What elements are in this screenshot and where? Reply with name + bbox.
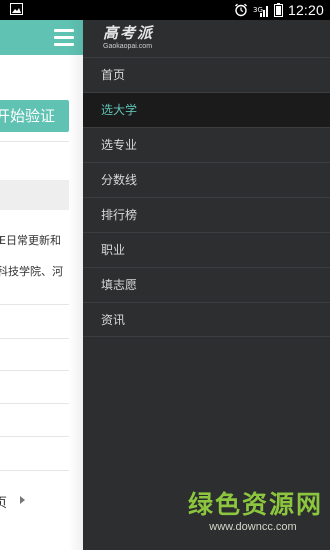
battery-icon: [273, 3, 283, 17]
start-verify-button[interactable]: 开始验证: [0, 100, 69, 132]
app-logo-subtitle: Gaokaopai.com: [103, 43, 153, 50]
watermark-url: www.downcc.com: [209, 521, 297, 533]
content-text-line: E日常更新和: [0, 234, 61, 247]
nav-item-careers[interactable]: 职业: [83, 232, 330, 267]
watermark-text: 绿色资源网: [188, 490, 324, 519]
drawer-shadow: [68, 20, 83, 550]
svg-text:3G: 3G: [253, 6, 263, 14]
status-icons: 3G 12:20: [234, 0, 324, 20]
status-bar: 3G 12:20: [0, 0, 330, 20]
content-text-line: 科技学院、河: [0, 265, 63, 278]
divider: [0, 403, 69, 404]
app-logo-title: 高考派: [103, 24, 155, 42]
signal-icon: 3G: [253, 4, 269, 17]
divider: [0, 436, 69, 437]
divider: [0, 141, 69, 142]
drawer-header: 高考派 Gaokaopai.com: [83, 20, 330, 55]
section-header: [0, 180, 69, 210]
divider: [0, 304, 69, 305]
divider: [0, 470, 69, 471]
image-notification-icon: [10, 3, 23, 15]
nav-item-home[interactable]: 首页: [83, 57, 330, 92]
nav-item-score-line[interactable]: 分数线: [83, 162, 330, 197]
navigation-drawer: 高考派 Gaokaopai.com 首页 选大学 选专业 分数线 排行榜 职业 …: [83, 20, 330, 550]
divider: [0, 338, 69, 339]
watermark: 绿色资源网 www.downcc.com: [188, 490, 324, 534]
more-link[interactable]: 页: [0, 492, 7, 511]
app-screen: 3G 12:20 开始验证 E日常更新和 科技学院、河 页 高考派 Gaokao…: [0, 0, 330, 550]
nav-item-news[interactable]: 资讯: [83, 302, 330, 337]
nav-item-choose-major[interactable]: 选专业: [83, 127, 330, 162]
nav-menu: 首页 选大学 选专业 分数线 排行榜 职业 填志愿 资讯: [83, 57, 330, 337]
divider: [0, 370, 69, 371]
chevron-right-icon: [20, 496, 25, 504]
status-clock: 12:20: [287, 2, 324, 18]
alarm-icon: [234, 3, 248, 17]
nav-item-fill-application[interactable]: 填志愿: [83, 267, 330, 302]
nav-item-choose-university[interactable]: 选大学: [83, 92, 330, 127]
nav-item-rankings[interactable]: 排行榜: [83, 197, 330, 232]
